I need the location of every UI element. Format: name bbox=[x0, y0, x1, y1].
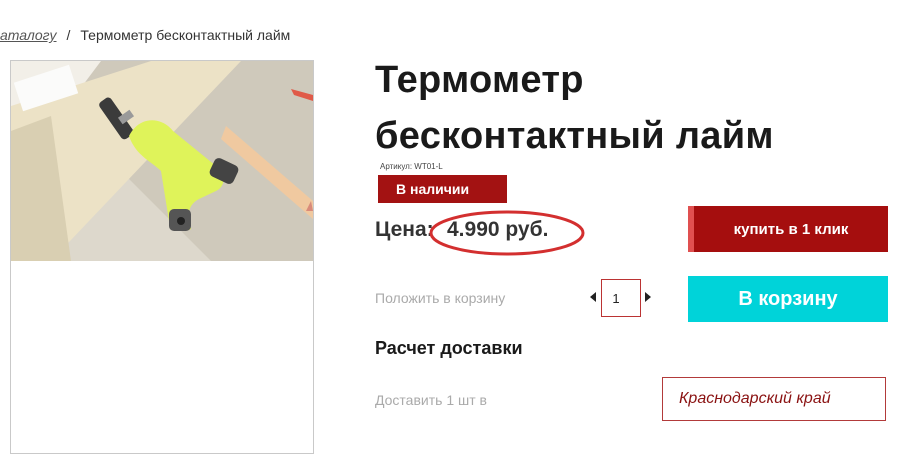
product-sku: Артикул: WT01-L bbox=[380, 162, 443, 171]
add-to-cart-prompt: Положить в корзину bbox=[375, 290, 506, 306]
price-label: Цена: bbox=[375, 218, 434, 241]
breadcrumb-catalog-link[interactable]: аталогу bbox=[0, 27, 57, 43]
stock-status-badge: В наличии bbox=[378, 175, 507, 203]
product-photo bbox=[11, 61, 313, 261]
product-title: Термометр бесконтактный лайм bbox=[375, 52, 774, 164]
breadcrumb-current: Термометр бесконтактный лайм bbox=[80, 27, 291, 43]
quantity-decrease-icon[interactable] bbox=[590, 292, 596, 302]
buy-one-click-button[interactable]: купить в 1 клик bbox=[688, 206, 888, 252]
region-select[interactable]: Краснодарский край bbox=[662, 377, 886, 421]
delivery-heading: Расчет доставки bbox=[375, 338, 523, 358]
price-value: 4.990 руб. bbox=[447, 218, 549, 241]
breadcrumb-separator: / bbox=[66, 27, 71, 43]
product-image-frame[interactable] bbox=[10, 60, 314, 454]
add-to-cart-button[interactable]: В корзину bbox=[688, 276, 888, 322]
deliver-quantity-label: Доставить 1 шт в bbox=[375, 392, 487, 408]
quantity-increase-icon[interactable] bbox=[645, 292, 651, 302]
breadcrumb: аталогу / Термометр бесконтактный лайм bbox=[0, 27, 290, 43]
product-title-line2: бесконтактный лайм bbox=[375, 115, 774, 157]
quantity-input[interactable] bbox=[601, 279, 641, 317]
product-title-line1: Термометр bbox=[375, 59, 584, 101]
